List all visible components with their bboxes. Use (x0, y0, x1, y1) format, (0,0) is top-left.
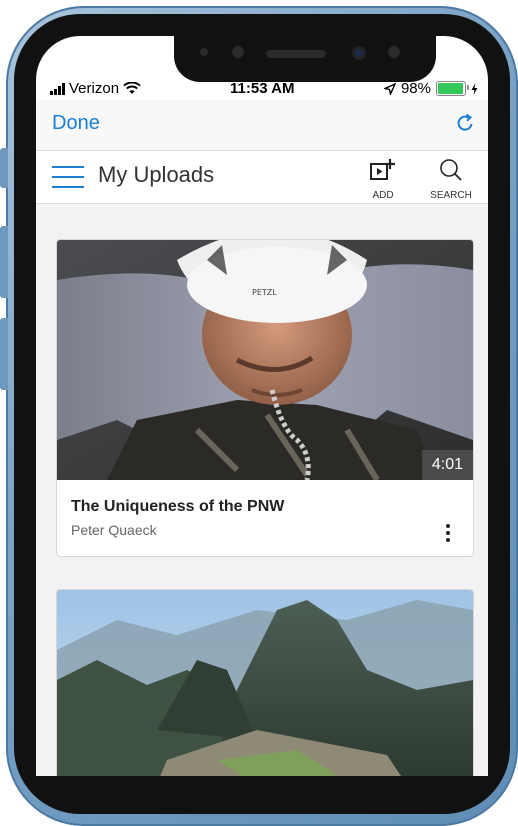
charging-bolt-icon (471, 82, 478, 95)
wifi-icon (123, 82, 141, 94)
search-button[interactable]: SEARCH (426, 157, 476, 201)
add-video-icon (370, 159, 395, 180)
status-right: 98% (383, 80, 478, 97)
status-bar: Verizon 11:53 AM 98% (36, 80, 488, 100)
video-card[interactable] (56, 589, 474, 776)
silent-switch (0, 148, 8, 188)
notch-sensor (232, 46, 244, 58)
page-title: My Uploads (98, 162, 215, 187)
screen: Verizon 11:53 AM 98% Done My Uploads ADD… (36, 36, 488, 776)
video-title[interactable]: The Uniqueness of the PNW (71, 498, 284, 516)
done-button[interactable]: Done (52, 112, 100, 135)
search-icon (440, 159, 462, 181)
search-label: SEARCH (430, 190, 472, 201)
front-camera (352, 46, 366, 60)
carrier-label: Verizon (69, 80, 120, 97)
add-label: ADD (372, 190, 394, 201)
signal-icon (50, 82, 65, 95)
video-duration: 4:01 (421, 450, 473, 480)
volume-up-button (0, 226, 8, 298)
video-author: Peter Quaeck (71, 522, 157, 538)
uploads-header: My Uploads ADD SEARCH (36, 151, 488, 204)
more-options-icon[interactable] (445, 524, 451, 544)
video-thumbnail[interactable] (57, 590, 473, 776)
helmet-brand: PETZL (252, 288, 277, 297)
speaker-grille (266, 50, 326, 58)
machu-picchu-thumbnail-image (57, 590, 473, 776)
menu-icon[interactable] (52, 166, 84, 190)
status-left: Verizon (50, 80, 141, 97)
uploads-list: PETZL 4:01 The Uniqueness of the PNW Pet… (36, 204, 488, 776)
notch-sensor (388, 46, 400, 58)
battery-percent: 98% (400, 80, 431, 97)
battery-level (438, 83, 464, 94)
location-arrow-icon (383, 82, 396, 95)
status-time: 11:53 AM (230, 80, 295, 97)
video-thumbnail[interactable]: PETZL 4:01 (57, 240, 473, 480)
volume-down-button (0, 318, 8, 390)
notch (174, 36, 436, 82)
notch-sensor (200, 48, 208, 56)
nav-bar: Done (36, 100, 488, 151)
refresh-icon[interactable] (454, 112, 476, 134)
video-card[interactable]: PETZL 4:01 The Uniqueness of the PNW Pet… (56, 239, 474, 557)
add-button[interactable]: ADD (358, 157, 408, 201)
battery-icon (436, 81, 469, 96)
climber-thumbnail-image: PETZL (57, 240, 473, 480)
